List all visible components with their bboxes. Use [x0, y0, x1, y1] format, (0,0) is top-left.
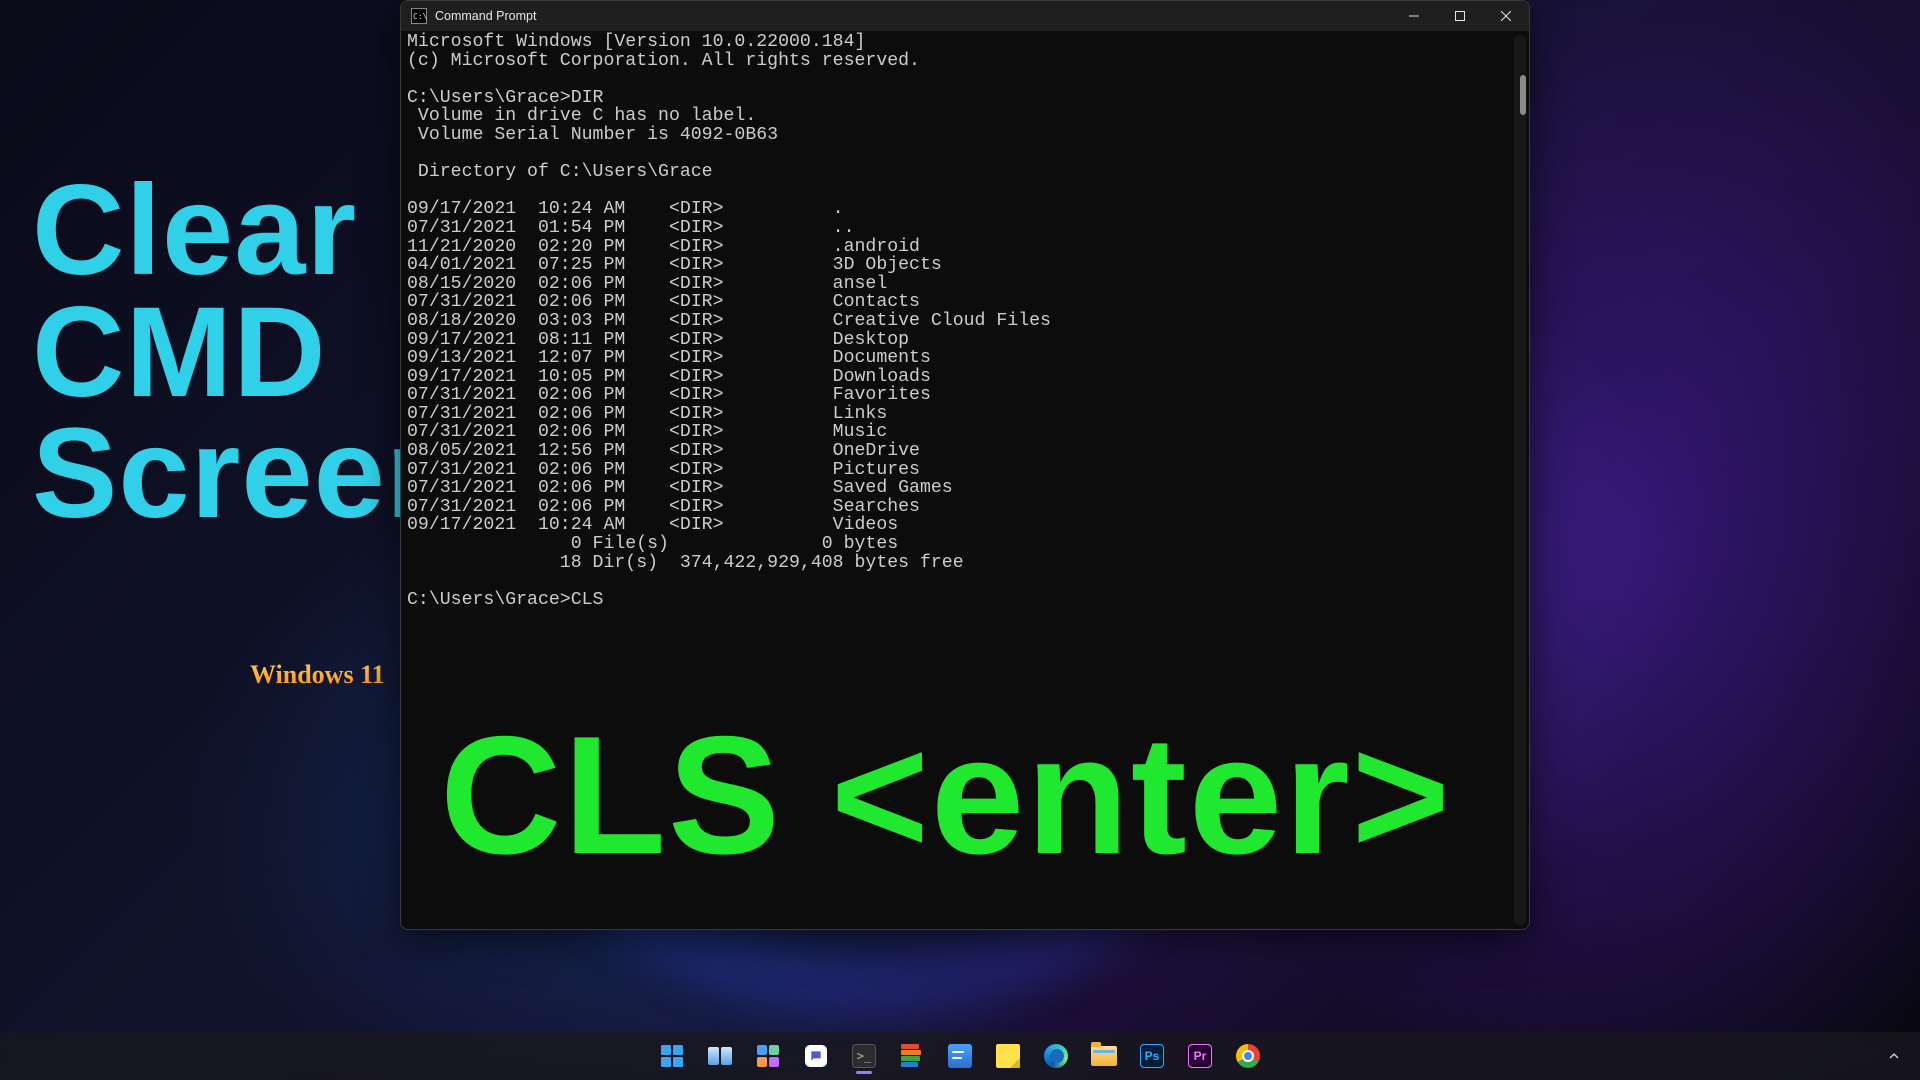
taskbar-edge-button[interactable] [1036, 1036, 1076, 1076]
overlay-green-command: CLS <enter> [440, 720, 1452, 871]
taskbar-ps-button[interactable]: Ps [1132, 1036, 1172, 1076]
minimize-icon [1409, 11, 1419, 21]
window-title: Command Prompt [435, 9, 536, 23]
taskbar-explorer-button[interactable] [1084, 1036, 1124, 1076]
scrollbar-thumb[interactable] [1520, 75, 1526, 115]
titlebar[interactable]: C:\ Command Prompt [401, 1, 1529, 31]
file-explorer-icon [1091, 1046, 1117, 1066]
chat-icon [805, 1045, 827, 1067]
taskbar-items: >_ Ps Pr [652, 1036, 1268, 1076]
minimize-button[interactable] [1391, 1, 1437, 31]
tray-overflow-button[interactable] [1882, 1044, 1906, 1068]
taskbar: >_ Ps Pr [0, 1032, 1920, 1080]
sticky-notes-icon [996, 1044, 1020, 1068]
taskbar-taskview-button[interactable] [700, 1036, 740, 1076]
terminal-icon: >_ [852, 1044, 876, 1068]
taskbar-terminal-button[interactable]: >_ [844, 1036, 884, 1076]
chevron-up-icon [1888, 1050, 1900, 1062]
maximize-button[interactable] [1437, 1, 1483, 31]
scrollbar-track[interactable] [1514, 35, 1526, 925]
edge-icon [1044, 1044, 1068, 1068]
close-button[interactable] [1483, 1, 1529, 31]
taskbar-chrome-button[interactable] [1228, 1036, 1268, 1076]
taskbar-sticky-button[interactable] [988, 1036, 1028, 1076]
command-prompt-icon: C:\ [411, 8, 427, 24]
taskbar-todo-button[interactable] [940, 1036, 980, 1076]
office-icon [901, 1044, 923, 1068]
taskbar-office-button[interactable] [892, 1036, 932, 1076]
todo-icon [948, 1044, 972, 1068]
overlay-subtitle: Windows 11 [250, 660, 385, 690]
close-icon [1501, 11, 1511, 21]
chrome-icon [1236, 1044, 1260, 1068]
taskbar-widgets-button[interactable] [748, 1036, 788, 1076]
task-view-icon [708, 1047, 732, 1065]
maximize-icon [1455, 11, 1465, 21]
terminal-output: Microsoft Windows [Version 10.0.22000.18… [407, 33, 1523, 609]
start-icon [661, 1045, 683, 1067]
taskbar-start-button[interactable] [652, 1036, 692, 1076]
system-tray[interactable] [1882, 1032, 1906, 1080]
premiere-icon: Pr [1188, 1044, 1212, 1068]
taskbar-chat-button[interactable] [796, 1036, 836, 1076]
photoshop-icon: Ps [1140, 1044, 1164, 1068]
taskbar-pr-button[interactable]: Pr [1180, 1036, 1220, 1076]
widgets-icon [757, 1045, 779, 1067]
